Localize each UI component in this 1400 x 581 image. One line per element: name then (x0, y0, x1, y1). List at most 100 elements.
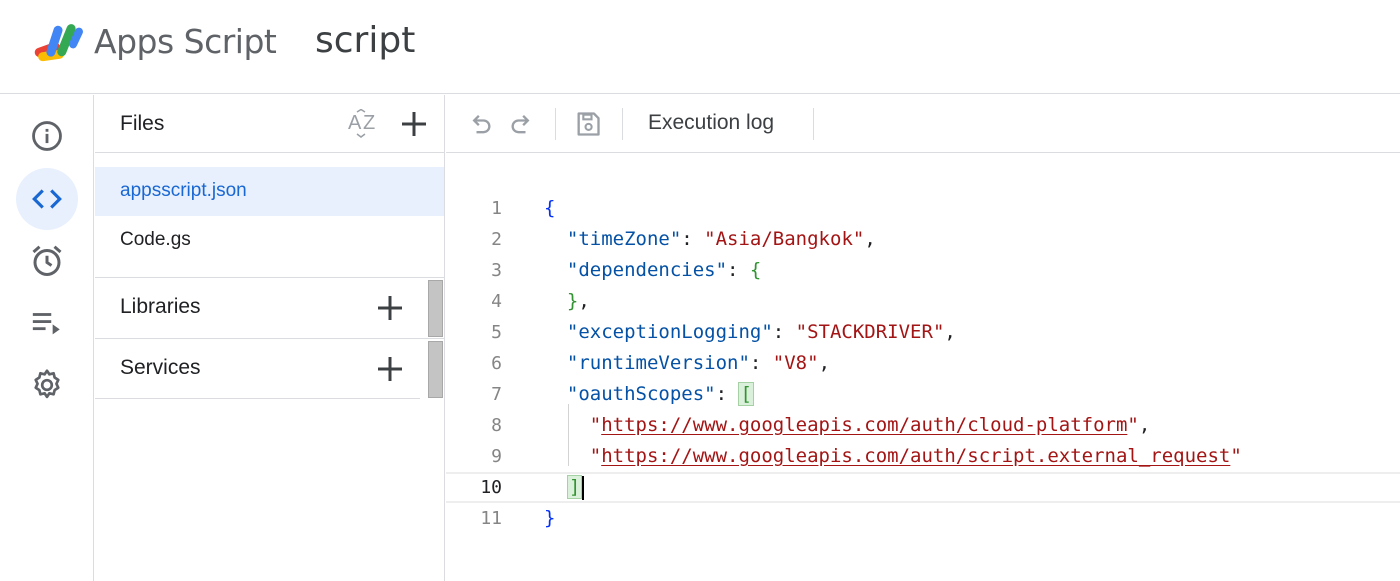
save-icon[interactable] (574, 110, 602, 138)
code-line[interactable]: 1{ (446, 193, 1400, 224)
svg-text:Z: Z (363, 112, 375, 134)
code-line[interactable]: 7 "oauthScopes": [ (446, 379, 1400, 410)
services-title: Services (120, 356, 201, 379)
code-token: https://www.googleapis.com/auth/script.e… (601, 445, 1231, 467)
libraries-scrollbar[interactable] (428, 280, 443, 337)
redo-icon[interactable] (508, 110, 536, 138)
code-token: { (749, 259, 762, 281)
code-line[interactable]: 2 "timeZone": "Asia/Bangkok", (446, 224, 1400, 255)
toolbar-separator (622, 108, 623, 140)
code-token: "V8" (772, 352, 819, 374)
code-line[interactable]: 3 "dependencies": { (446, 255, 1400, 286)
code-text: "dependencies": { (544, 255, 762, 286)
code-text: ] (544, 474, 585, 501)
code-text: { (544, 193, 555, 224)
libraries-section: Libraries (95, 277, 444, 338)
services-scrollbar[interactable] (428, 341, 443, 398)
add-service-plus-icon[interactable] (375, 354, 405, 384)
apps-script-logo[interactable] (32, 21, 86, 65)
code-token: "oauthScopes" (544, 383, 716, 405)
code-token: , (944, 321, 956, 343)
code-token: " (544, 414, 602, 436)
file-item-code-gs[interactable]: Code.gs (95, 216, 444, 265)
nav-rail (0, 95, 94, 581)
code-text: } (544, 503, 555, 534)
line-number: 8 (491, 415, 502, 436)
code-token: https://www.googleapis.com/auth/cloud-pl… (601, 414, 1128, 436)
toolbar-separator (555, 108, 556, 140)
add-library-plus-icon[interactable] (375, 293, 405, 323)
code-text: "timeZone": "Asia/Bangkok", (544, 224, 876, 255)
code-token: : (681, 228, 705, 250)
code-token: , (864, 228, 876, 250)
services-section: Services (95, 338, 444, 399)
code-text: "exceptionLogging": "STACKDRIVER", (544, 317, 956, 348)
code-text: }, (544, 286, 590, 317)
info-icon (32, 121, 62, 151)
code-token: { (544, 197, 556, 219)
code-text: "oauthScopes": [ (544, 379, 754, 410)
code-token: : (772, 321, 796, 343)
code-editor[interactable]: 1{2 "timeZone": "Asia/Bangkok", 3 "depend… (446, 154, 1400, 581)
file-label: Code.gs (120, 229, 191, 250)
app-header: Apps Script script (0, 0, 1400, 94)
code-token: : (749, 352, 773, 374)
file-item-appsscript-json[interactable]: appsscript.json (95, 167, 444, 216)
code-token: " (544, 445, 602, 467)
add-file-plus-icon[interactable] (399, 109, 429, 139)
code-token: ] (566, 475, 583, 499)
code-token: , (818, 352, 831, 374)
code-token: } (544, 507, 556, 529)
code-line[interactable]: 6 "runtimeVersion": "V8", (446, 348, 1400, 379)
files-panel: Files A Z appsscript.json Code.gs Librar… (95, 95, 445, 581)
code-token: , (1138, 414, 1151, 436)
code-token: , (578, 290, 590, 312)
code-token: "STACKDRIVER" (795, 321, 945, 343)
code-token: " (1230, 445, 1242, 467)
code-token: "exceptionLogging" (544, 321, 773, 343)
code-token: [ (738, 382, 754, 406)
line-number: 2 (491, 229, 502, 250)
line-number: 9 (491, 446, 502, 467)
code-line[interactable]: 9 "https://www.googleapis.com/auth/scrip… (446, 441, 1400, 472)
rail-item-executions[interactable] (16, 292, 78, 354)
code-token: : (715, 383, 739, 405)
playlist-play-icon (32, 313, 60, 335)
code-text: "runtimeVersion": "V8", (544, 348, 830, 379)
execution-log-button[interactable]: Execution log (648, 111, 774, 135)
code-line[interactable]: 11} (446, 503, 1400, 534)
sort-az-icon[interactable]: A Z (347, 109, 381, 139)
alarm-clock-icon (32, 245, 62, 276)
undo-icon[interactable] (466, 110, 494, 138)
rail-item-editor[interactable] (16, 168, 78, 230)
svg-text:A: A (348, 112, 362, 134)
app-name[interactable]: Apps Script (94, 22, 277, 61)
rail-item-settings[interactable] (16, 354, 78, 416)
divider (95, 398, 420, 399)
project-name[interactable]: script (315, 20, 415, 61)
code-text: "https://www.googleapis.com/auth/script.… (544, 441, 1242, 472)
libraries-title: Libraries (120, 295, 201, 318)
code-text: "https://www.googleapis.com/auth/cloud-p… (544, 410, 1151, 441)
code-line[interactable]: 4 }, (446, 286, 1400, 317)
files-title: Files (120, 112, 165, 135)
code-line[interactable]: 8 "https://www.googleapis.com/auth/cloud… (446, 410, 1400, 441)
code-token: } (544, 290, 579, 312)
line-number: 10 (480, 477, 502, 498)
line-number: 7 (491, 384, 502, 405)
editor-toolbar: Execution log (446, 95, 1400, 153)
code-token: "dependencies" (544, 259, 728, 281)
files-header: Files A Z (95, 95, 445, 153)
code-token: "Asia/Bangkok" (704, 228, 865, 250)
line-number: 1 (491, 198, 502, 219)
rail-item-overview[interactable] (16, 105, 78, 167)
rail-item-triggers[interactable] (16, 230, 78, 292)
line-number: 11 (480, 508, 502, 529)
code-line[interactable]: 10 ] (446, 472, 1400, 503)
code-icon (32, 189, 62, 209)
line-number: 5 (491, 322, 502, 343)
toolbar-separator (813, 108, 814, 140)
line-number: 3 (491, 260, 502, 281)
code-line[interactable]: 5 "exceptionLogging": "STACKDRIVER", (446, 317, 1400, 348)
